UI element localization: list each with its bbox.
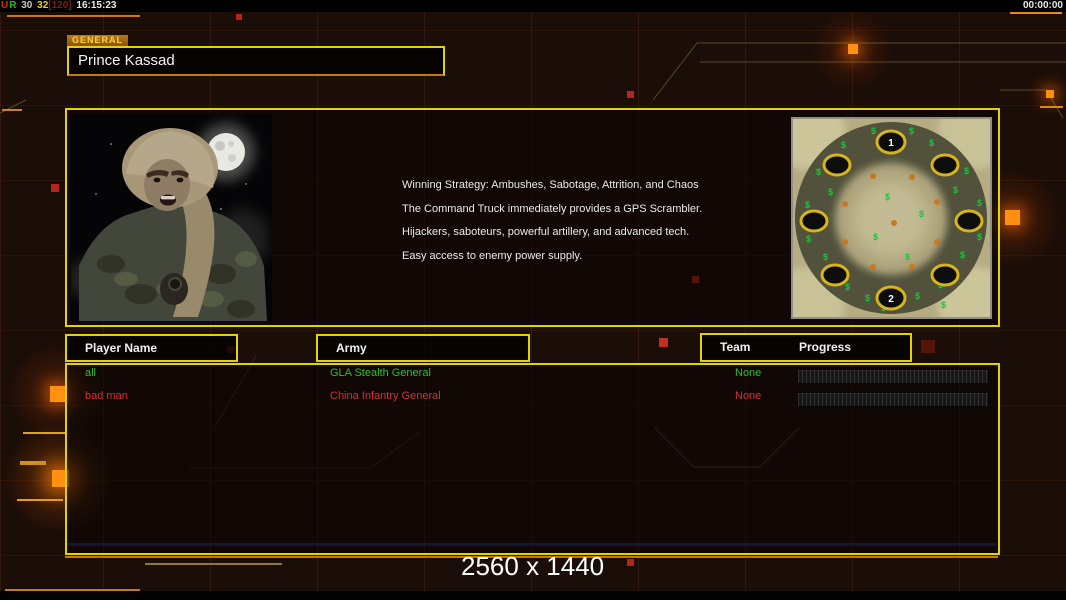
general-tab-label: GENERAL [67,35,129,46]
decor-dash [1040,106,1063,108]
progress-bar [797,369,989,384]
svg-text:$: $ [865,293,870,303]
svg-text:$: $ [977,198,982,208]
decor-glow-square [1046,90,1054,98]
resolution-label: 2560 x 1440 [461,551,605,581]
svg-text:$: $ [915,291,920,301]
general-name: Prince Kassad [78,52,175,69]
status-time: 16:15:23 [76,0,117,11]
strategy-line: Hijackers, saboteurs, powerful artillery… [402,226,690,238]
status-u: U [1,0,9,11]
status-num: 32 [37,0,49,11]
svg-text:$: $ [806,234,811,244]
decor-dash [17,499,63,501]
map-preview[interactable]: $$$$$$$$$$$$$$$$$$$$$$$$ 1 2 [791,117,992,319]
header-army: Army [316,334,530,362]
player-army: GLA Stealth General [330,367,431,379]
strategy-line: Winning Strategy: Ambushes, Sabotage, At… [402,179,699,191]
player-team: None [735,367,762,379]
strategy-text: Winning Strategy: Ambushes, Sabotage, At… [402,179,702,273]
decor-glow-square [1005,210,1020,225]
decor-red-square [659,338,668,347]
progress-bar [797,392,989,407]
decor-dash [2,109,22,111]
decor-dash [1010,12,1062,14]
player-row[interactable]: bad man China Infantry General None [67,390,998,410]
decor-glow-square [848,44,858,54]
status-r: R [9,0,17,11]
player-name: all [85,367,97,379]
svg-text:$: $ [909,126,914,136]
player-army: China Infantry General [330,390,441,402]
player-name: bad man [85,390,128,402]
bottom-black-bar [0,591,1066,600]
svg-text:$: $ [828,187,833,197]
header-team-progress: Team Progress [700,333,912,362]
game-timer: 00:00:00 [1022,0,1063,11]
decor-navy-line [67,543,996,546]
decor-red-square [627,559,634,566]
svg-text:$: $ [885,192,890,202]
svg-text:$: $ [941,300,946,310]
svg-text:$: $ [960,250,965,260]
decor-red-square [51,184,59,192]
svg-text:$: $ [919,209,924,219]
header-player-name: Player Name [65,334,238,362]
svg-text:$: $ [871,126,876,136]
strategy-line: The Command Truck immediately provides a… [402,202,703,215]
header-player-name-label: Player Name [85,341,158,355]
player-team: None [735,390,762,402]
decor-dash [145,563,282,565]
svg-text:$: $ [953,185,958,195]
header-progress-label: Progress [799,340,852,354]
svg-text:$: $ [805,200,810,210]
svg-text:$: $ [977,232,982,242]
status-bracket: [120] [48,0,72,11]
svg-text:$: $ [845,282,850,292]
svg-text:$: $ [929,138,934,148]
svg-text:$: $ [816,167,821,177]
header-team-label: Team [720,340,751,354]
decor-dash [20,461,46,465]
svg-text:$: $ [823,252,828,262]
general-portrait [71,114,272,321]
start-position-1: 1 [888,138,894,149]
svg-text:$: $ [964,166,969,176]
svg-text:$: $ [841,140,846,150]
svg-text:$: $ [905,252,910,262]
decor-red-square [236,14,242,20]
decor-red-square [627,91,634,98]
header-army-label: Army [336,341,367,355]
status-fps: 30 [21,0,33,11]
player-row[interactable]: all GLA Stealth General None [67,367,998,387]
player-list-panel: all GLA Stealth General None bad man Chi… [65,363,1000,555]
decor-red-square [921,340,935,353]
svg-text:$: $ [873,232,878,242]
status-bar: UR 30 32[120] 16:15:23 00:00:00 [0,0,1066,12]
strategy-line: Easy access to enemy power supply. [402,249,583,262]
decor-glow-square [50,386,66,402]
decor-dash [23,432,65,434]
start-position-2: 2 [888,294,894,305]
general-name-box: Prince Kassad [67,46,445,76]
game-lobby-screen: UR 30 32[120] 16:15:23 00:00:00 GENERAL … [0,0,1066,600]
general-info-panel: Winning Strategy: Ambushes, Sabotage, At… [65,108,1000,327]
decor-dash [7,15,140,17]
